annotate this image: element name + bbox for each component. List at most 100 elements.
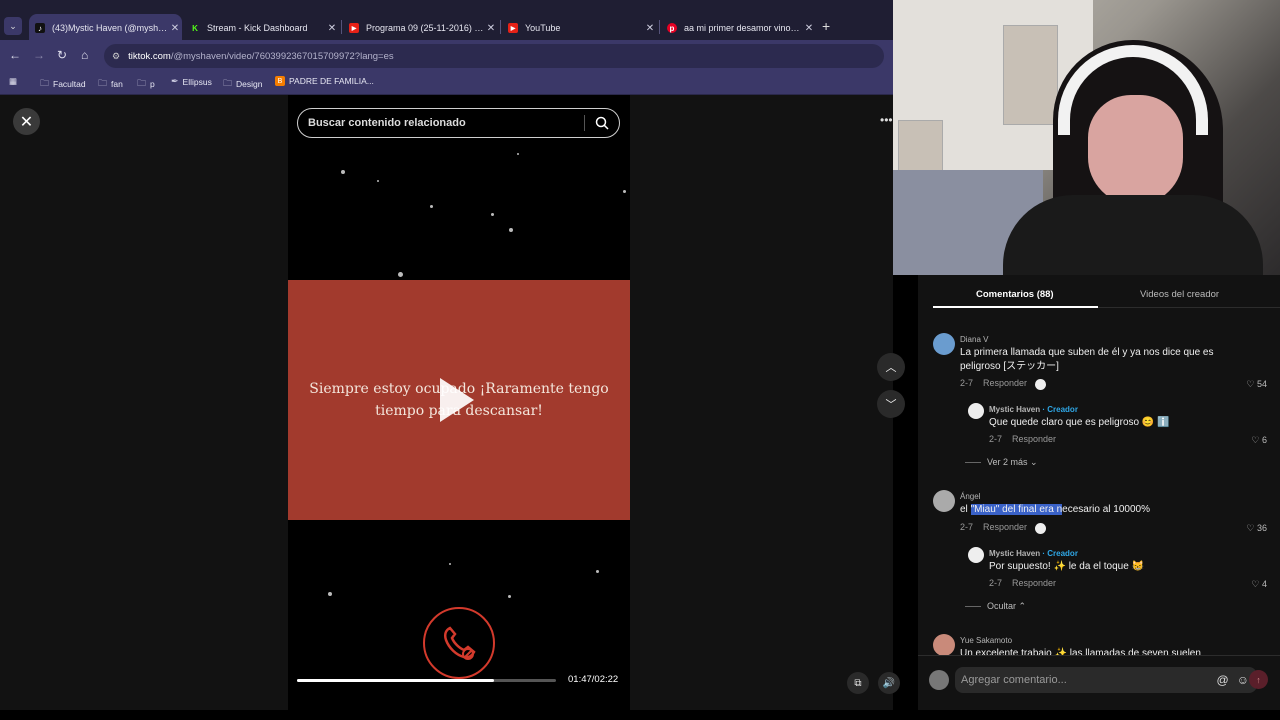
comment-meta: 2-7 Responder bbox=[960, 522, 1027, 532]
reply-username[interactable]: Mystic Haven · Creador bbox=[989, 405, 1078, 414]
reply-username-text: Mystic Haven bbox=[989, 405, 1041, 414]
chevron-down-icon: ﹀ bbox=[885, 399, 897, 411]
star-dot bbox=[398, 272, 403, 277]
hide-replies[interactable]: Ocultar ⌃ bbox=[965, 601, 1026, 612]
url-host: tiktok.com bbox=[128, 50, 171, 62]
heart-icon: ♡ bbox=[1251, 435, 1262, 445]
home-icon[interactable]: ⌂ bbox=[81, 48, 88, 62]
tab-comments[interactable]: Comentarios (88) bbox=[976, 289, 1054, 300]
creator-badge: · Creador bbox=[1040, 549, 1078, 558]
video-progress-bar[interactable] bbox=[297, 679, 556, 682]
tab-pinterest[interactable]: p aa mi primer desamor vino de ✕ bbox=[661, 16, 816, 40]
reply-text: Por supuesto! ✨ le da el toque 😸 bbox=[989, 561, 1144, 572]
like-number: 36 bbox=[1256, 523, 1267, 533]
comment-username[interactable]: Yue Sakamoto bbox=[960, 636, 1012, 645]
creator-badge: · Creador bbox=[1040, 405, 1078, 414]
bookmark-facultad[interactable]: 🗀 Facultad bbox=[40, 76, 86, 92]
comments-panel: Comentarios (88) Videos del creador Dian… bbox=[918, 275, 1280, 710]
bookmark-design[interactable]: 🗀 Design bbox=[223, 76, 262, 92]
avatar[interactable] bbox=[968, 547, 984, 563]
star-dot bbox=[517, 153, 519, 155]
bookmark-ellipsus[interactable]: ✒ Ellipsus bbox=[171, 76, 212, 87]
comment-text-part: ecesario al 10000% bbox=[1062, 504, 1150, 515]
close-tab-icon[interactable]: ✕ bbox=[643, 23, 657, 34]
like-count[interactable]: ♡ 54 bbox=[1227, 379, 1267, 390]
volume-button[interactable]: 🔊 bbox=[878, 672, 900, 694]
url-path: /@myshaven/video/7603992367015709972?lan… bbox=[170, 50, 394, 62]
tab-kick-dashboard[interactable]: K Stream - Kick Dashboard ✕ bbox=[184, 16, 339, 40]
browser-toolbar: ← → ↻ ⌂ ⚙ tiktok.com/@myshaven/video/760… bbox=[0, 40, 893, 72]
previous-video-button[interactable]: ︿ bbox=[877, 353, 905, 381]
folder-icon: 🗀 bbox=[98, 78, 108, 88]
more-options-icon[interactable]: ••• bbox=[880, 113, 893, 127]
divider-dash bbox=[965, 606, 981, 608]
comment-list[interactable]: Diana V La primera llamada que suben de … bbox=[918, 308, 1280, 655]
search-icon[interactable] bbox=[585, 116, 619, 130]
avatar[interactable] bbox=[933, 333, 955, 355]
send-comment-button[interactable]: ↑ bbox=[1249, 670, 1268, 689]
address-bar[interactable]: ⚙ tiktok.com/@myshaven/video/76039923670… bbox=[104, 44, 884, 68]
reply-button[interactable]: Responder bbox=[1012, 434, 1056, 444]
bookmark-p[interactable]: 🗀 p bbox=[137, 76, 155, 92]
tab-tiktok[interactable]: ♪ (43)Mystic Haven (@myshaven ✕ bbox=[29, 14, 182, 42]
bookmark-label: PADRE DE FAMILIA... bbox=[289, 76, 374, 86]
like-count[interactable]: ♡ 6 bbox=[1227, 435, 1267, 446]
reply-button[interactable]: Responder bbox=[983, 522, 1027, 532]
tab-programa[interactable]: ▶ Programa 09 (25-11-2016) Pes ✕ bbox=[343, 16, 498, 40]
tab-youtube[interactable]: ▶ YouTube ✕ bbox=[502, 16, 657, 40]
screen: ⌄ ♪ (43)Mystic Haven (@myshaven ✕ K Stre… bbox=[0, 0, 1280, 720]
comment-placeholder[interactable]: Agregar comentario... bbox=[961, 674, 1217, 686]
new-tab-button[interactable]: + bbox=[822, 18, 830, 34]
like-count[interactable]: ♡ 4 bbox=[1227, 579, 1267, 590]
reply-username[interactable]: Mystic Haven · Creador bbox=[989, 549, 1078, 558]
tab-creator-videos[interactable]: Videos del creador bbox=[1140, 289, 1219, 300]
comment-username[interactable]: Ángel bbox=[960, 492, 980, 501]
comment-date: 2-7 bbox=[960, 378, 974, 388]
webcam-poster bbox=[898, 120, 943, 175]
star-dot bbox=[509, 228, 513, 232]
next-video-button[interactable]: ﹀ bbox=[877, 390, 905, 418]
webcam-overlay bbox=[893, 0, 1280, 275]
view-more-replies[interactable]: Ver 2 más ⌄ bbox=[965, 457, 1038, 468]
back-arrow-icon[interactable]: ← bbox=[9, 48, 21, 62]
close-tab-icon[interactable]: ✕ bbox=[484, 23, 498, 34]
close-video-button[interactable]: ✕ bbox=[13, 108, 40, 135]
webcam-poster bbox=[1003, 25, 1058, 125]
emoji-icon[interactable]: ☺ bbox=[1237, 673, 1249, 687]
tab-title: Stream - Kick Dashboard bbox=[207, 23, 308, 33]
bookmark-fan[interactable]: 🗀 fan bbox=[98, 76, 123, 92]
play-icon[interactable] bbox=[440, 378, 474, 422]
reply-button[interactable]: Responder bbox=[983, 378, 1027, 388]
reply-text: Que quede claro que es peligroso 😊 ℹ️ bbox=[989, 417, 1170, 428]
reply-button[interactable]: Responder bbox=[1012, 578, 1056, 588]
tab-search-menu-button[interactable]: ⌄ bbox=[4, 17, 22, 35]
bookmark-padre-de-familia[interactable]: B PADRE DE FAMILIA... bbox=[275, 76, 374, 86]
reply-username-text: Mystic Haven bbox=[989, 549, 1041, 558]
avatar[interactable] bbox=[933, 490, 955, 512]
close-tab-icon[interactable]: ✕ bbox=[802, 23, 816, 34]
related-search-bar[interactable]: Buscar contenido relacionado bbox=[297, 108, 620, 138]
mention-icon[interactable]: @ bbox=[1217, 673, 1229, 687]
close-tab-icon[interactable]: ✕ bbox=[325, 23, 339, 34]
avatar[interactable] bbox=[968, 403, 984, 419]
avatar[interactable] bbox=[933, 634, 955, 655]
view-more-label: Ver 2 más bbox=[987, 457, 1028, 467]
floating-player-button[interactable]: ⧉ bbox=[847, 672, 869, 694]
site-info-icon[interactable]: ⚙ bbox=[112, 51, 120, 62]
search-input[interactable]: Buscar contenido relacionado bbox=[298, 117, 584, 129]
video-player[interactable]: Buscar contenido relacionado Siempre est… bbox=[288, 95, 630, 710]
comment-username[interactable]: Diana V bbox=[960, 335, 988, 344]
comment-input[interactable]: Agregar comentario... @ ☺ bbox=[955, 667, 1257, 693]
like-count[interactable]: ♡ 36 bbox=[1227, 523, 1267, 534]
star-dot bbox=[508, 595, 511, 598]
close-tab-icon[interactable]: ✕ bbox=[168, 23, 182, 34]
tab-divider bbox=[659, 20, 660, 34]
bookmark-label: p bbox=[150, 79, 155, 89]
reload-icon[interactable]: ↻ bbox=[57, 48, 67, 62]
comment-meta: 2-7 Responder bbox=[960, 378, 1027, 388]
tab-title: YouTube bbox=[525, 23, 561, 33]
forward-arrow-icon[interactable]: → bbox=[33, 48, 45, 62]
apps-grid-icon[interactable]: ▦ bbox=[9, 76, 17, 87]
arrow-up-icon: ↑ bbox=[1256, 674, 1261, 685]
chevron-up-icon: ⌃ bbox=[1018, 601, 1027, 611]
